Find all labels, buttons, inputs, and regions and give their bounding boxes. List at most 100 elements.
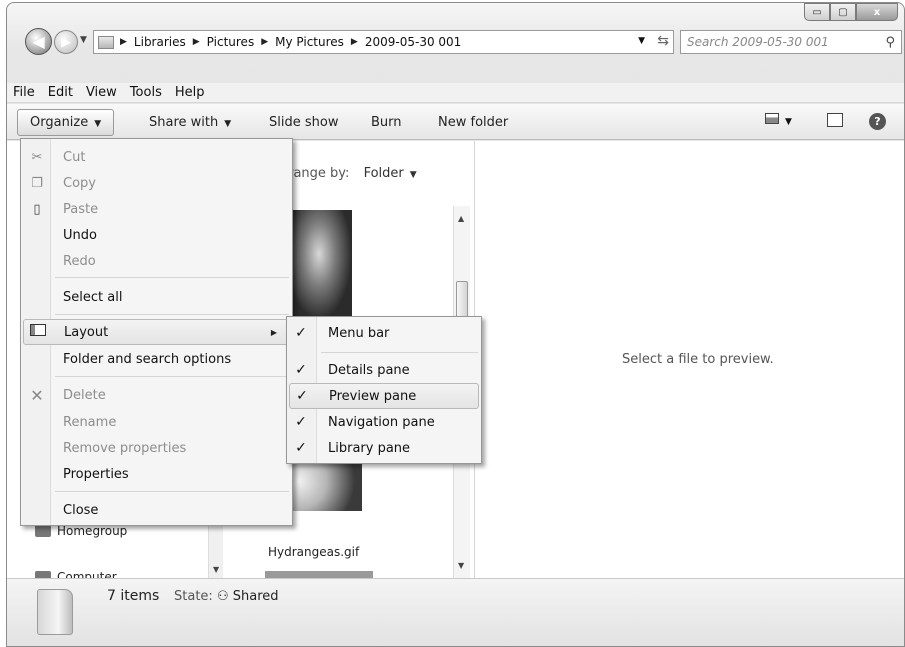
menu-item-redo[interactable]: Redo xyxy=(21,248,292,274)
search-placeholder: Search 2009-05-30 001 xyxy=(687,35,829,49)
forward-button[interactable]: ▶ xyxy=(54,30,78,54)
menu-item-label: Close xyxy=(63,502,99,518)
preview-pane-toggle[interactable] xyxy=(827,113,843,131)
checkmark-icon: ✓ xyxy=(295,325,307,341)
breadcrumb-separator[interactable]: ▶ xyxy=(120,37,127,47)
search-icon[interactable]: ⚲ xyxy=(885,35,895,50)
submenu-item-navigation-pane[interactable]: ✓ Navigation pane xyxy=(287,409,481,435)
menu-edit[interactable]: Edit xyxy=(48,85,73,100)
clipboard-icon: ▯ xyxy=(33,201,41,217)
preview-pane-icon xyxy=(827,113,843,127)
file-name-label[interactable]: Hydrangeas.gif xyxy=(268,545,359,559)
submenu-arrow-icon: ▶ xyxy=(270,327,277,337)
command-bar: Organize ▼ Share with ▼ Slide show Burn Ne… xyxy=(7,104,904,140)
minimize-button[interactable]: ▭ xyxy=(804,3,830,21)
checkmark-icon: ✓ xyxy=(295,414,307,430)
photo-thumbnail[interactable] xyxy=(286,210,352,320)
item-count: 7 items xyxy=(107,588,160,604)
submenu-item-label: Menu bar xyxy=(328,325,390,341)
new-folder-button[interactable]: New folder xyxy=(438,115,508,130)
submenu-item-label: Preview pane xyxy=(329,388,417,404)
chevron-down-icon: ▼ xyxy=(94,119,102,129)
chevron-down-icon: ▼ xyxy=(785,117,792,127)
menu-help[interactable]: Help xyxy=(175,85,205,100)
organize-menu: ✂ Cut ❐ Copy ▯ Paste Undo Redo Select all L… xyxy=(20,138,293,526)
burn-button[interactable]: Burn xyxy=(371,115,402,130)
help-icon: ? xyxy=(869,113,886,130)
preview-message: Select a file to preview. xyxy=(622,352,774,367)
layout-submenu: ✓ Menu bar ✓ Details pane ✓ Preview pane ✓ N… xyxy=(286,316,482,464)
menu-item-copy[interactable]: ❐ Copy xyxy=(21,170,292,196)
menu-item-properties[interactable]: Properties xyxy=(21,461,292,487)
menu-tools[interactable]: Tools xyxy=(130,85,162,100)
menu-item-label: Layout xyxy=(64,324,109,340)
scroll-up-icon[interactable]: ▲ xyxy=(458,214,464,223)
menu-item-label: Cut xyxy=(63,149,86,165)
menu-separator xyxy=(55,491,289,492)
menu-item-folder-options[interactable]: Folder and search options xyxy=(21,346,292,372)
breadcrumb-separator[interactable]: ▶ xyxy=(193,37,200,47)
breadcrumb-separator[interactable]: ▶ xyxy=(351,37,358,47)
back-button[interactable]: ◀ xyxy=(25,28,52,55)
chevron-down-icon: ▼ xyxy=(409,170,417,180)
slide-show-button[interactable]: Slide show xyxy=(269,115,338,130)
menu-item-label: Properties xyxy=(63,466,129,482)
folder-icon xyxy=(98,35,114,49)
menu-item-label: Rename xyxy=(63,414,117,430)
menu-item-undo[interactable]: Undo xyxy=(21,222,292,248)
menu-item-rename[interactable]: Rename xyxy=(21,409,292,435)
nav-item-homegroup[interactable]: Homegroup xyxy=(35,524,127,538)
menu-item-cut[interactable]: ✂ Cut xyxy=(21,144,292,170)
menu-item-label: Redo xyxy=(63,253,96,269)
arrange-by-dropdown[interactable]: Folder ▼ xyxy=(364,166,417,181)
photo-thumbnail[interactable] xyxy=(265,571,373,578)
breadcrumb-my-pictures[interactable]: My Pictures xyxy=(275,35,344,49)
menu-view[interactable]: View xyxy=(86,85,117,100)
share-with-button[interactable]: Share with ▼ xyxy=(149,115,231,130)
close-button[interactable]: x xyxy=(856,3,898,21)
maximize-button[interactable]: ▢ xyxy=(830,3,856,21)
breadcrumb-pictures[interactable]: Pictures xyxy=(207,35,255,49)
address-row: ◀ ▶ ▼ ▶ Libraries ▶ Pictures ▶ My Pictur… xyxy=(17,25,902,57)
refresh-icon[interactable]: ⇆ xyxy=(657,33,669,49)
breadcrumb-current-folder[interactable]: 2009-05-30 001 xyxy=(365,35,461,49)
menu-item-label: Undo xyxy=(63,227,97,243)
change-view-button[interactable]: ▼ xyxy=(765,113,792,128)
breadcrumb-libraries[interactable]: Libraries xyxy=(134,35,186,49)
submenu-item-preview-pane[interactable]: ✓ Preview pane xyxy=(289,383,479,409)
state-label: State: xyxy=(174,589,213,604)
scroll-down-icon[interactable]: ▼ xyxy=(458,561,464,570)
submenu-item-menu-bar[interactable]: ✓ Menu bar xyxy=(287,320,481,346)
menu-separator xyxy=(55,277,289,278)
help-button[interactable]: ? xyxy=(869,113,886,130)
menu-item-delete[interactable]: ✕ Delete xyxy=(21,382,292,408)
menu-item-paste[interactable]: ▯ Paste xyxy=(21,196,292,222)
breadcrumb-separator[interactable]: ▶ xyxy=(261,37,268,47)
arrange-by: rrange by: Folder ▼ xyxy=(283,166,417,181)
menu-item-select-all[interactable]: Select all xyxy=(21,284,292,310)
menu-file[interactable]: File xyxy=(13,85,35,100)
menu-item-layout[interactable]: Layout ▶ xyxy=(23,319,290,345)
address-bar[interactable]: ▶ Libraries ▶ Pictures ▶ My Pictures ▶ 2… xyxy=(93,30,674,54)
caption-buttons: ▭ ▢ x xyxy=(804,3,898,21)
submenu-item-label: Navigation pane xyxy=(328,414,435,430)
folder-icon xyxy=(37,589,73,635)
view-icon xyxy=(765,113,779,124)
menu-item-label: Remove properties xyxy=(63,440,187,456)
submenu-item-details-pane[interactable]: ✓ Details pane xyxy=(287,357,481,383)
submenu-item-label: Details pane xyxy=(328,362,410,378)
nav-item-label: Homegroup xyxy=(57,524,128,538)
chevron-down-icon: ▼ xyxy=(224,119,232,129)
share-with-label: Share with xyxy=(149,115,219,130)
address-dropdown-icon[interactable]: ▼ xyxy=(638,36,645,46)
checkmark-icon: ✓ xyxy=(295,362,307,378)
organize-button[interactable]: Organize ▼ xyxy=(17,109,115,136)
menu-item-close[interactable]: Close xyxy=(21,497,292,523)
menu-item-label: Paste xyxy=(63,201,99,217)
scroll-down-icon[interactable]: ▼ xyxy=(213,565,219,574)
submenu-item-library-pane[interactable]: ✓ Library pane xyxy=(287,435,481,461)
recent-pages-dropdown[interactable]: ▼ xyxy=(80,35,87,45)
menu-item-remove-properties[interactable]: Remove properties xyxy=(21,435,292,461)
menu-separator xyxy=(321,352,478,353)
search-input[interactable]: Search 2009-05-30 001 ⚲ xyxy=(680,30,902,54)
